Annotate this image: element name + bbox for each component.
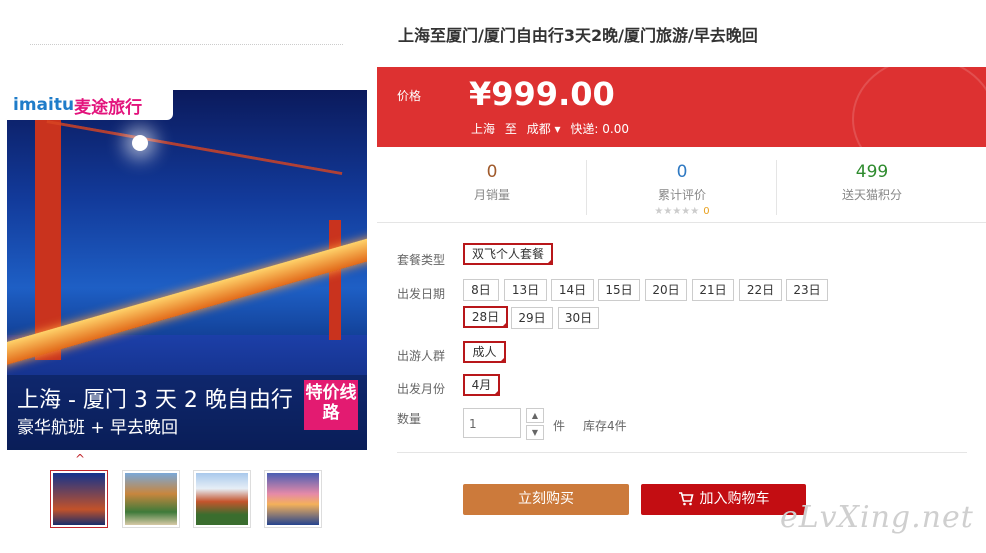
- price-label: 价格: [397, 89, 422, 103]
- shipping-to-word: 至: [504, 122, 517, 136]
- option-date[interactable]: 22日: [739, 279, 782, 301]
- stat-label: 月销量: [473, 188, 510, 202]
- image-bridge-tower: [329, 220, 341, 340]
- stat-value: 0: [676, 162, 688, 182]
- chevron-down-icon: ▾: [554, 122, 561, 136]
- destination-value: 成都: [526, 122, 551, 136]
- thumbnail-image: [125, 473, 177, 525]
- package-label: 套餐类型: [397, 253, 446, 267]
- option-date[interactable]: 14日: [551, 279, 594, 301]
- divider: [397, 452, 967, 453]
- option-date[interactable]: 21日: [692, 279, 734, 301]
- shipping-info: 上海 至 成都 ▾ 快递: 0.00: [471, 120, 629, 137]
- brand-logo-name: 麦途旅行: [74, 97, 143, 118]
- thumbnail-image: [196, 473, 248, 525]
- option-package[interactable]: 双飞个人套餐: [463, 243, 553, 265]
- shipping-cost: 快递: 0.00: [570, 122, 629, 136]
- option-date[interactable]: 8日: [463, 279, 499, 301]
- watermark: eLvXing.net: [780, 500, 974, 535]
- product-title: 上海至厦门/厦门自由行3天2晚/厦门旅游/早去晚回: [398, 26, 758, 45]
- image-caption-line1: 上海 - 厦门 3 天 2 晚自由行: [17, 388, 293, 413]
- option-group[interactable]: 成人: [463, 341, 506, 363]
- brand-logo-prefix: imaitu: [13, 95, 75, 115]
- divider: [30, 44, 343, 45]
- thumbnail-image: [267, 473, 319, 525]
- image-moon: [132, 135, 148, 151]
- stat-value: 0: [486, 162, 498, 182]
- stat-value: 499: [855, 162, 889, 182]
- date-label: 出发日期: [397, 287, 446, 301]
- stat-points: 499 送天猫积分: [777, 150, 967, 222]
- special-offer-badge: 特价线路: [304, 380, 358, 430]
- option-date[interactable]: 29日: [511, 307, 553, 329]
- quantity-label: 数量: [397, 412, 422, 426]
- thumbnail[interactable]: [193, 470, 251, 528]
- quantity-decrease-button[interactable]: ▼: [526, 425, 544, 440]
- cart-icon: [678, 492, 694, 506]
- price-panel-decoration: [852, 67, 986, 147]
- shipping-from: 上海: [471, 122, 496, 136]
- thumbnail-image: [53, 473, 105, 525]
- price-panel: 价格 ¥999.00 上海 至 成都 ▾ 快递: 0.00: [377, 67, 986, 147]
- quantity-increase-button[interactable]: ▲: [526, 408, 544, 423]
- stat-reviews[interactable]: 0 累计评价 ★★★★★ 0: [587, 150, 777, 222]
- product-main-image[interactable]: imaitu 麦途旅行 上海 - 厦门 3 天 2 晚自由行 豪华航班 + 早去…: [7, 90, 367, 450]
- star-rating-icon: ★★★★★ 0: [587, 206, 777, 217]
- destination-select[interactable]: 成都 ▾: [527, 122, 561, 136]
- option-month[interactable]: 4月: [463, 374, 500, 396]
- option-date[interactable]: 15日: [598, 279, 640, 301]
- group-label: 出游人群: [397, 349, 446, 363]
- image-caption-line2: 豪华航班 + 早去晚回: [17, 418, 179, 438]
- option-date[interactable]: 28日: [463, 306, 508, 328]
- stat-monthly-sales: 0 月销量: [397, 150, 587, 222]
- stars: ★★★★★: [654, 206, 700, 217]
- stock-info: 库存4件: [583, 419, 627, 433]
- option-date[interactable]: 20日: [645, 279, 687, 301]
- quantity-input[interactable]: 1: [463, 408, 521, 438]
- chevron-up-icon: ^: [75, 452, 86, 466]
- quantity-unit: 件: [553, 419, 566, 433]
- month-label: 出发月份: [397, 382, 446, 396]
- stat-label: 送天猫积分: [841, 188, 902, 202]
- option-date[interactable]: 13日: [504, 279, 547, 301]
- option-date[interactable]: 23日: [786, 279, 828, 301]
- add-to-cart-label: 加入购物车: [699, 491, 770, 507]
- stat-label: 累计评价: [657, 188, 706, 202]
- price-value: ¥999.00: [469, 75, 615, 113]
- buy-now-button[interactable]: 立刻购买: [463, 484, 629, 515]
- thumbnail[interactable]: [264, 470, 322, 528]
- thumbnail[interactable]: [122, 470, 180, 528]
- option-date[interactable]: 30日: [558, 307, 599, 329]
- product-stats: 0 月销量 0 累计评价 ★★★★★ 0 499 送天猫积分: [377, 150, 986, 223]
- thumbnail[interactable]: [50, 470, 108, 528]
- rating-value: 0: [703, 206, 710, 217]
- brand-logo: imaitu 麦途旅行: [7, 90, 173, 120]
